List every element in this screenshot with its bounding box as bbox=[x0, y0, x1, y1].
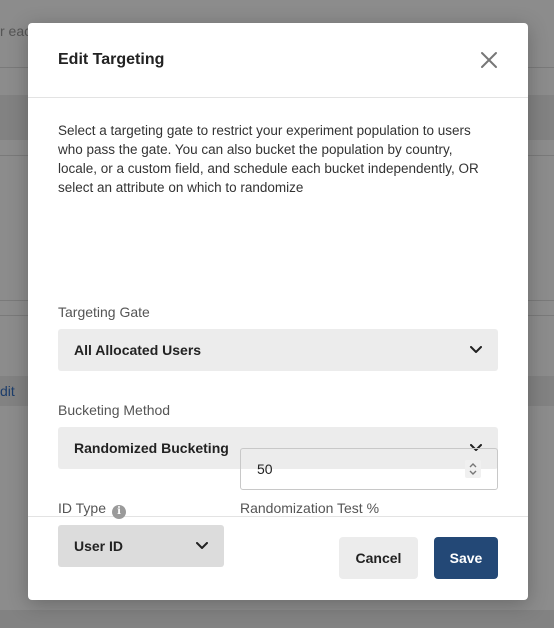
save-button[interactable]: Save bbox=[434, 537, 498, 579]
targeting-gate-label: Targeting Gate bbox=[58, 304, 150, 320]
edit-targeting-modal: Edit Targeting Select a targeting gate t… bbox=[28, 23, 528, 600]
modal-title: Edit Targeting bbox=[58, 51, 165, 68]
cancel-button[interactable]: Cancel bbox=[339, 537, 418, 579]
bucketing-method-value: Randomized Bucketing bbox=[74, 440, 229, 456]
randomization-test-label: Randomization Test % bbox=[240, 500, 380, 516]
bucketing-method-label: Bucketing Method bbox=[58, 402, 171, 418]
background-band bbox=[0, 610, 554, 628]
id-type-label: ID Type bbox=[58, 500, 106, 516]
modal-header: Edit Targeting bbox=[28, 23, 528, 98]
close-button[interactable] bbox=[480, 51, 498, 69]
randomization-test-input-wrap bbox=[240, 448, 498, 490]
targeting-gate-select[interactable]: All Allocated Users bbox=[58, 329, 498, 371]
modal-description: Select a targeting gate to restrict your… bbox=[58, 123, 479, 195]
modal-footer: Cancel Save bbox=[28, 517, 528, 601]
background-link: dit bbox=[0, 383, 15, 399]
targeting-gate-value: All Allocated Users bbox=[74, 342, 202, 358]
close-icon bbox=[481, 52, 497, 68]
background-text: r eac bbox=[0, 23, 32, 39]
stepper-arrows-icon bbox=[469, 463, 477, 475]
number-stepper[interactable] bbox=[465, 460, 481, 478]
chevron-down-icon bbox=[470, 346, 482, 353]
randomization-test-input[interactable] bbox=[257, 461, 407, 477]
